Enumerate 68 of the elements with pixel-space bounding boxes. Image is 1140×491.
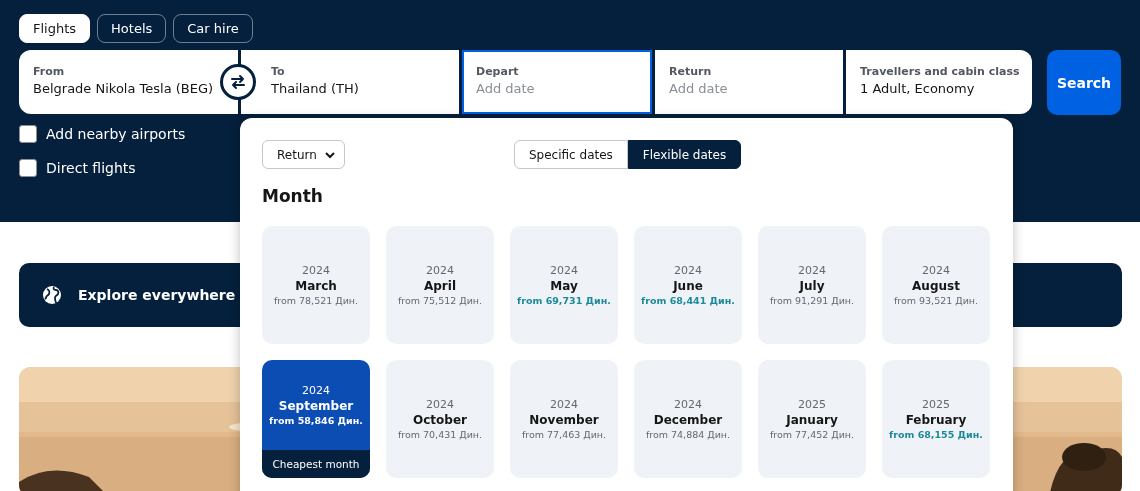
year-text: 2024 bbox=[426, 398, 454, 411]
date-mode-toggle[interactable]: Flexible dates bbox=[627, 140, 742, 169]
cheapest-month-label: Cheapest month bbox=[262, 450, 370, 478]
month-card[interactable]: 2024 August from 93,521 Дин. bbox=[882, 226, 990, 344]
month-heading: Month bbox=[262, 186, 324, 206]
price-text: from 75,512 Дин. bbox=[397, 295, 483, 306]
trip-type-dropdown[interactable]: Return bbox=[262, 140, 345, 169]
month-card[interactable]: 2025 February from 68,155 Дин. bbox=[882, 360, 990, 478]
month-card[interactable]: 2024 April from 75,512 Дин. bbox=[386, 226, 494, 344]
month-card[interactable]: 2025 January from 77,452 Дин. bbox=[758, 360, 866, 478]
price-text: from 77,463 Дин. bbox=[521, 429, 607, 440]
month-name: October bbox=[413, 413, 467, 427]
price-text: from 77,452 Дин. bbox=[769, 429, 855, 440]
date-mode-toggle[interactable]: Specific dates bbox=[514, 140, 628, 169]
travellers-field[interactable]: Travellers and cabin class 1 Adult, Economy bbox=[846, 50, 1032, 114]
year-text: 2024 bbox=[426, 264, 454, 277]
year-text: 2024 bbox=[674, 398, 702, 411]
year-text: 2024 bbox=[302, 264, 330, 277]
month-card[interactable]: 2024 May from 69,731 Дин. bbox=[510, 226, 618, 344]
price-text: from 68,155 Дин. bbox=[889, 429, 983, 440]
checkbox-label: Direct flights bbox=[46, 160, 136, 176]
month-card[interactable]: 2024 July from 91,291 Дин. bbox=[758, 226, 866, 344]
swap-icon bbox=[229, 73, 247, 91]
month-name: December bbox=[653, 413, 723, 427]
search-button[interactable]: Search bbox=[1047, 50, 1121, 115]
checkbox[interactable] bbox=[19, 125, 37, 143]
month-card[interactable]: 2024 March from 78,521 Дин. bbox=[262, 226, 370, 344]
month-name: April bbox=[424, 279, 456, 293]
month-name: June bbox=[673, 279, 703, 293]
nav-tab[interactable]: Car hire bbox=[173, 14, 253, 43]
month-name: September bbox=[278, 399, 354, 413]
price-text: from 78,521 Дин. bbox=[273, 295, 359, 306]
return-field[interactable]: Return Add date bbox=[655, 50, 843, 114]
month-name: May bbox=[550, 279, 578, 293]
nav-tab[interactable]: Flights bbox=[19, 14, 91, 43]
price-text: from 91,291 Дин. bbox=[769, 295, 855, 306]
year-text: 2025 bbox=[922, 398, 950, 411]
month-name: March bbox=[295, 279, 337, 293]
month-name: July bbox=[799, 279, 825, 293]
month-card[interactable]: 2024 June from 68,441 Дин. bbox=[634, 226, 742, 344]
price-text: from 68,441 Дин. bbox=[641, 295, 735, 306]
month-card[interactable]: 2024 September from 58,846 Дин. Cheapest month bbox=[262, 360, 370, 478]
price-text: from 69,731 Дин. bbox=[517, 295, 611, 306]
globe-icon bbox=[42, 285, 62, 305]
month-name: January bbox=[786, 413, 838, 427]
month-name: November bbox=[529, 413, 599, 427]
depart-field[interactable]: Depart Add date bbox=[462, 50, 652, 114]
month-card[interactable]: 2024 November from 77,463 Дин. bbox=[510, 360, 618, 478]
year-text: 2024 bbox=[550, 264, 578, 277]
price-text: from 74,884 Дин. bbox=[645, 429, 731, 440]
price-text: from 70,431 Дин. bbox=[397, 429, 483, 440]
nav-tab[interactable]: Hotels bbox=[97, 14, 167, 43]
year-text: 2024 bbox=[922, 264, 950, 277]
year-text: 2025 bbox=[798, 398, 826, 411]
checkbox[interactable] bbox=[19, 159, 37, 177]
price-text: from 58,846 Дин. bbox=[269, 415, 363, 426]
checkbox-label: Add nearby airports bbox=[46, 126, 186, 142]
year-text: 2024 bbox=[550, 398, 578, 411]
month-name: February bbox=[905, 413, 967, 427]
year-text: 2024 bbox=[674, 264, 702, 277]
year-text: 2024 bbox=[302, 384, 330, 397]
to-field[interactable]: To Thailand (TH) bbox=[241, 50, 459, 114]
month-card[interactable]: 2024 October from 70,431 Дин. bbox=[386, 360, 494, 478]
price-text: from 93,521 Дин. bbox=[893, 295, 979, 306]
year-text: 2024 bbox=[798, 264, 826, 277]
month-name: August bbox=[912, 279, 960, 293]
month-card[interactable]: 2024 December from 74,884 Дин. bbox=[634, 360, 742, 478]
from-field[interactable]: From Belgrade Nikola Tesla (BEG) bbox=[19, 50, 238, 114]
